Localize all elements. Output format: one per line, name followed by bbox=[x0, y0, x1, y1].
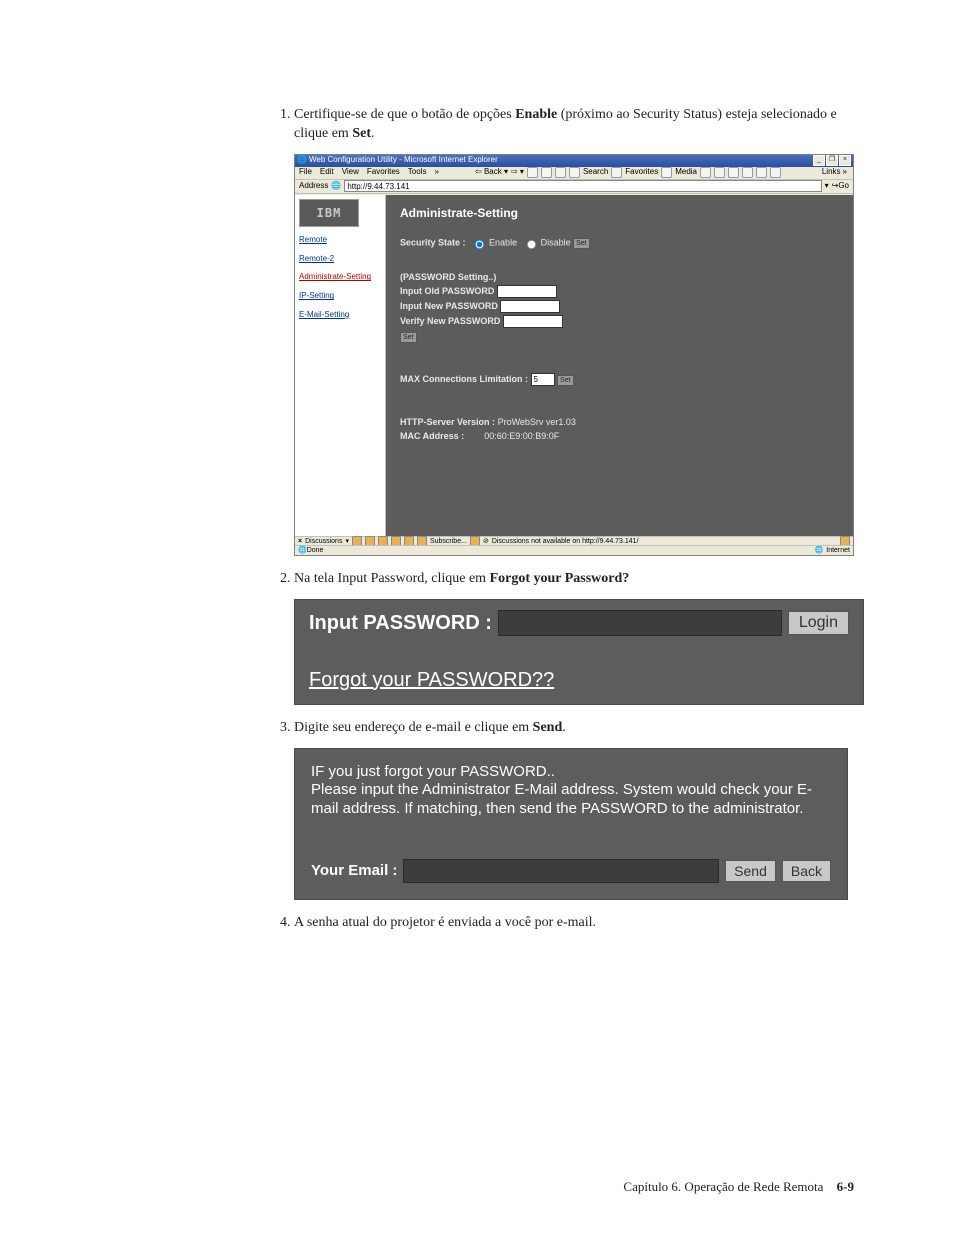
step-4: A senha atual do projetor é enviada a vo… bbox=[294, 914, 860, 933]
login-panel: Input PASSWORD : Login Forgot your PASSW… bbox=[294, 599, 864, 705]
step-2-text: Na tela Input Password, clique em bbox=[294, 571, 490, 586]
history-icon[interactable] bbox=[700, 167, 711, 178]
step-1-bold-enable: Enable bbox=[515, 107, 557, 122]
ie-toolbar: ⇦ Back ▾ ⇨ ▾ Search Favorites Media bbox=[475, 167, 781, 179]
max-conn-set-button[interactable]: Set bbox=[557, 375, 574, 386]
window-restore-button[interactable]: ❐ bbox=[826, 155, 838, 166]
sidebar-item-remote2[interactable]: Remote-2 bbox=[299, 254, 381, 265]
ie-statusbar: 🌐Done 🌐Internet bbox=[295, 545, 853, 555]
page-footer: Capítulo 6. Operação de Rede Remota 6-9 bbox=[623, 1179, 854, 1195]
status-done: Done bbox=[307, 546, 324, 555]
mac-address-value: 00:60:E9:00:B9:0F bbox=[484, 431, 559, 441]
ie-titlebar: 🌐 Web Configuration Utility - Microsoft … bbox=[295, 155, 853, 167]
step-1-text-a: Certifique-se de que o botão de opções bbox=[294, 107, 515, 122]
ie-app-icon: 🌐 bbox=[297, 155, 307, 166]
sidebar-item-email[interactable]: E-Mail-Setting bbox=[299, 310, 381, 321]
print-icon[interactable] bbox=[728, 167, 739, 178]
sidebar-item-admin[interactable]: Administrate-Setting bbox=[299, 272, 381, 283]
input-password-label: Input PASSWORD : bbox=[309, 610, 492, 637]
your-email-input[interactable] bbox=[403, 859, 719, 883]
security-disable-radio[interactable] bbox=[527, 240, 536, 249]
password-input[interactable] bbox=[498, 610, 782, 636]
forgot-panel: IF you just forgot your PASSWORD.. Pleas… bbox=[294, 748, 848, 900]
send-button[interactable]: Send bbox=[725, 860, 776, 882]
security-enable-radio[interactable] bbox=[475, 240, 484, 249]
messenger-icon[interactable] bbox=[770, 167, 781, 178]
sidebar-item-remote[interactable]: Remote bbox=[299, 235, 381, 246]
security-state-label: Security State : bbox=[400, 237, 466, 247]
window-minimize-button[interactable]: _ bbox=[813, 155, 825, 166]
step-2-bold: Forgot your Password? bbox=[490, 571, 630, 586]
menu-edit[interactable]: Edit bbox=[320, 167, 334, 178]
http-version-label: HTTP-Server Version : bbox=[400, 417, 495, 427]
search-icon[interactable] bbox=[569, 167, 580, 178]
ie-main-panel: Administrate-Setting Security State : En… bbox=[386, 195, 853, 537]
favorites-label[interactable]: Favorites bbox=[625, 167, 658, 178]
ibm-logo: IBM bbox=[299, 199, 359, 227]
refresh-icon[interactable] bbox=[541, 167, 552, 178]
old-password-label: Input Old PASSWORD bbox=[400, 286, 494, 296]
step-3-text-a: Digite seu endereço de e-mail e clique e… bbox=[294, 720, 533, 735]
forward-button[interactable]: ⇨ ▾ bbox=[511, 167, 524, 178]
forgot-msg-line2: Please input the Administrator E-Mail ad… bbox=[311, 781, 831, 819]
security-set-button[interactable]: Set bbox=[573, 238, 590, 249]
step-1: Certifique-se de que o botão de opções E… bbox=[294, 106, 860, 556]
window-close-button[interactable]: × bbox=[839, 155, 851, 166]
menu-favorites[interactable]: Favorites bbox=[367, 167, 400, 178]
footer-chapter: Capítulo 6. Operação de Rede Remota bbox=[623, 1179, 823, 1194]
password-set-button[interactable]: Set bbox=[400, 332, 417, 343]
search-label[interactable]: Search bbox=[583, 167, 608, 178]
menu-file[interactable]: File bbox=[299, 167, 312, 178]
http-version-value: ProWebSrv ver1.03 bbox=[498, 417, 576, 427]
password-heading: (PASSWORD Setting..) bbox=[400, 271, 839, 283]
stop-icon[interactable] bbox=[527, 167, 538, 178]
mail-icon[interactable] bbox=[714, 167, 725, 178]
ie-addressbar: Address 🌐 ▾ ↪Go bbox=[295, 180, 853, 194]
forgot-msg-line1: IF you just forgot your PASSWORD.. bbox=[311, 763, 831, 782]
favorites-icon[interactable] bbox=[611, 167, 622, 178]
forgot-password-link[interactable]: Forgot your PASSWORD?? bbox=[309, 667, 554, 694]
step-3-bold: Send bbox=[533, 720, 563, 735]
step-4-text: A senha atual do projetor é enviada a vo… bbox=[294, 915, 596, 930]
edit-icon[interactable] bbox=[742, 167, 753, 178]
step-1-text-e: . bbox=[371, 126, 375, 141]
step-3-text-c: . bbox=[562, 720, 566, 735]
menu-tools[interactable]: Tools bbox=[408, 167, 427, 178]
back-button[interactable]: ⇦ Back ▾ bbox=[475, 167, 508, 178]
new-password-input[interactable] bbox=[500, 300, 560, 313]
address-icon: 🌐 bbox=[331, 181, 341, 192]
your-email-label: Your Email : bbox=[311, 861, 397, 881]
login-button[interactable]: Login bbox=[788, 611, 849, 635]
max-conn-input[interactable] bbox=[531, 373, 555, 386]
address-input[interactable] bbox=[344, 180, 821, 192]
status-zone: Internet bbox=[826, 546, 850, 555]
back-button[interactable]: Back bbox=[782, 860, 831, 882]
address-label: Address bbox=[299, 181, 328, 192]
mac-address-label: MAC Address : bbox=[400, 431, 464, 441]
step-2: Na tela Input Password, clique em Forgot… bbox=[294, 570, 860, 705]
links-label[interactable]: Links bbox=[822, 167, 841, 178]
new-password-label: Input New PASSWORD bbox=[400, 301, 498, 311]
footer-page: 6-9 bbox=[837, 1179, 854, 1194]
discuss-icon[interactable] bbox=[756, 167, 767, 178]
sidebar-item-ip[interactable]: IP-Setting bbox=[299, 291, 381, 302]
old-password-input[interactable] bbox=[497, 285, 557, 298]
max-conn-label: MAX Connections Limitation : bbox=[400, 374, 528, 384]
go-button[interactable]: ↪Go bbox=[832, 181, 849, 192]
verify-password-input[interactable] bbox=[503, 315, 563, 328]
step-3: Digite seu endereço de e-mail e clique e… bbox=[294, 719, 860, 900]
menu-view[interactable]: View bbox=[342, 167, 359, 178]
security-enable-label: Enable bbox=[489, 237, 517, 247]
media-icon[interactable] bbox=[661, 167, 672, 178]
admin-heading: Administrate-Setting bbox=[400, 205, 839, 221]
ie-window: 🌐 Web Configuration Utility - Microsoft … bbox=[294, 154, 854, 556]
ie-sidebar: IBM Remote Remote-2 Administrate-Setting… bbox=[295, 195, 386, 537]
security-disable-label: Disable bbox=[541, 237, 571, 247]
media-label[interactable]: Media bbox=[675, 167, 697, 178]
step-1-bold-set: Set bbox=[352, 126, 371, 141]
ie-title: Web Configuration Utility - Microsoft In… bbox=[309, 155, 498, 166]
home-icon[interactable] bbox=[555, 167, 566, 178]
verify-password-label: Verify New PASSWORD bbox=[400, 316, 500, 326]
